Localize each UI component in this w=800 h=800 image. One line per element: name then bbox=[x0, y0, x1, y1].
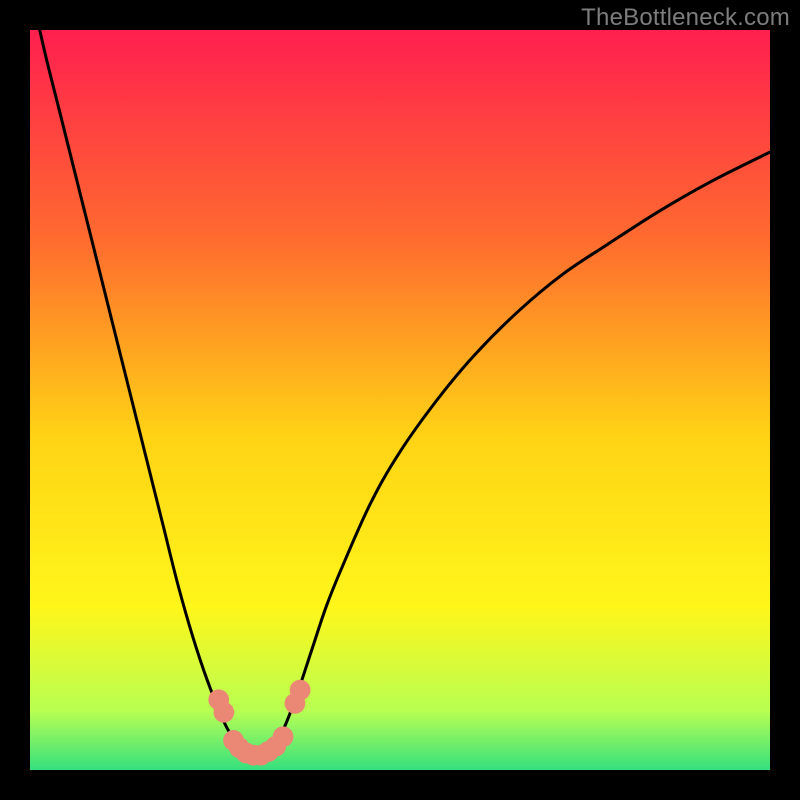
marker-dot bbox=[273, 726, 294, 747]
chart-svg bbox=[30, 30, 770, 770]
gradient-bg bbox=[30, 30, 770, 770]
marker-dot bbox=[214, 702, 235, 723]
outer-frame: TheBottleneck.com bbox=[0, 0, 800, 800]
plot-area bbox=[30, 30, 770, 770]
watermark-text: TheBottleneck.com bbox=[581, 4, 790, 32]
marker-dot bbox=[290, 680, 311, 701]
